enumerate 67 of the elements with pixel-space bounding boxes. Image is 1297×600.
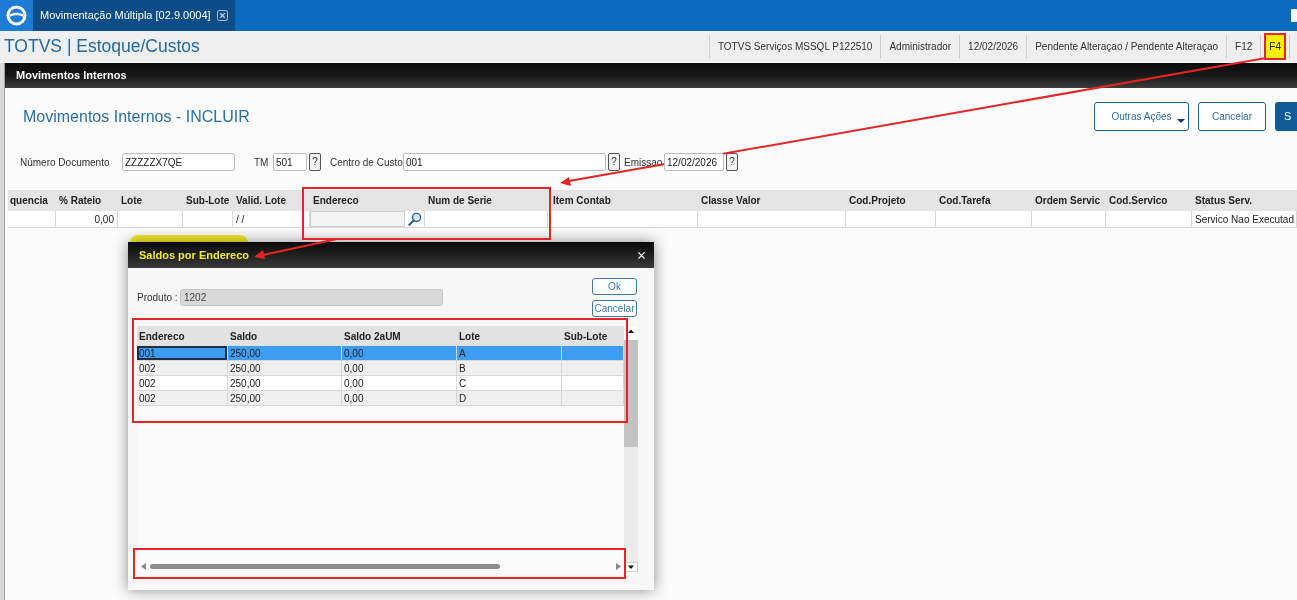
status-item: F12 <box>1235 40 1253 54</box>
column-header: Item Contab <box>552 194 612 208</box>
column-header: Sub-Lote <box>185 194 231 208</box>
status-item: Pendente Alteraçao / Pendente Alteraçao <box>1035 40 1219 54</box>
help-button[interactable]: ? <box>309 153 321 171</box>
menu-button[interactable]: Outras Ações <box>1094 102 1189 131</box>
dialog-button[interactable]: Ok <box>592 278 637 295</box>
table-cell: 001 <box>137 346 228 361</box>
table-row[interactable]: 002 250,00 0,00 D <box>137 391 624 406</box>
input-field[interactable]: 1202 <box>180 289 443 306</box>
table-row[interactable]: 002 250,00 0,00 B <box>137 361 624 376</box>
page-title: Movimentos Internos - INCLUIR <box>23 106 250 127</box>
search-icon[interactable] <box>408 212 422 226</box>
help-button[interactable]: ? <box>726 153 738 171</box>
app-tab[interactable]: Movimentação Múltipla [02.9.0004] <box>33 0 235 31</box>
save-button[interactable]: S <box>1275 102 1297 131</box>
status-item: Administrador <box>889 40 952 54</box>
table-cell: 0,00 <box>342 391 457 406</box>
input-field[interactable]: 001 <box>403 153 606 171</box>
table-cell: D <box>457 391 562 406</box>
input-field[interactable]: 501 <box>273 153 307 171</box>
right-arrow-icon[interactable] <box>616 562 621 570</box>
table-cell: 002 <box>137 391 228 406</box>
dialog-button[interactable]: Cancelar <box>592 300 637 317</box>
input-field[interactable]: ZZZZZX7QE <box>122 153 235 171</box>
field-label: Centro de Custo <box>330 155 403 170</box>
column-header: Num de Serie <box>427 194 493 208</box>
column-header: Valid. Lote <box>235 194 287 208</box>
logo-icon[interactable] <box>0 0 33 31</box>
input-field[interactable]: 12/02/2026 <box>664 153 724 171</box>
column-header: Lote <box>458 329 482 344</box>
column-header: Cod.Projeto <box>848 194 907 208</box>
help-button[interactable]: ? <box>608 153 620 171</box>
status-item: F4 <box>1264 33 1286 60</box>
app-title: TOTVS | Estoque/Custos <box>3 37 200 56</box>
column-header: Endereco <box>138 329 186 344</box>
status-item: 12/02/2026 <box>968 40 1019 54</box>
status-item: TOTVS Serviços MSSQL P122510 <box>717 40 873 54</box>
field-label: Número Documento <box>20 155 111 170</box>
column-header: Status Serv. <box>1194 194 1254 208</box>
panel-title: Movimentos Internos <box>16 68 127 84</box>
cancel-button[interactable]: Cancelar <box>1198 102 1266 131</box>
table-cell: 250,00 <box>228 391 342 406</box>
input-field[interactable] <box>310 211 405 227</box>
table-cell: / / <box>233 211 310 228</box>
field-label: Produto : <box>137 291 179 305</box>
column-header: Cod.Tarefa <box>938 194 992 208</box>
column-header: Saldo 2aUM <box>343 329 402 344</box>
column-header: Endereco <box>312 194 360 208</box>
column-header: Classe Valor <box>700 194 762 208</box>
left-arrow-icon[interactable] <box>141 562 146 570</box>
column-header: % Rateio <box>58 194 103 208</box>
column-header: Lote <box>120 194 144 208</box>
table-cell: Servico Nao Executad <box>1192 211 1297 228</box>
vertical-scrollbar[interactable] <box>624 326 638 572</box>
column-header: Cod.Servico <box>1108 194 1169 208</box>
column-header: Saldo <box>229 329 259 344</box>
table-row[interactable]: 002 250,00 0,00 C <box>137 376 624 391</box>
scrollbar-thumb[interactable] <box>150 563 500 569</box>
table-cell: 0,00 <box>56 211 118 228</box>
caret-icon <box>1177 119 1185 123</box>
field-label: TM <box>254 155 270 170</box>
table-row[interactable]: 001 250,00 0,00 A <box>137 346 624 361</box>
column-header: quencia <box>9 194 49 208</box>
column-header: Sub-Lote <box>563 329 609 344</box>
dialog-title: Saldos por Endereco <box>139 247 250 263</box>
column-header: Ordem Servic <box>1034 194 1102 208</box>
